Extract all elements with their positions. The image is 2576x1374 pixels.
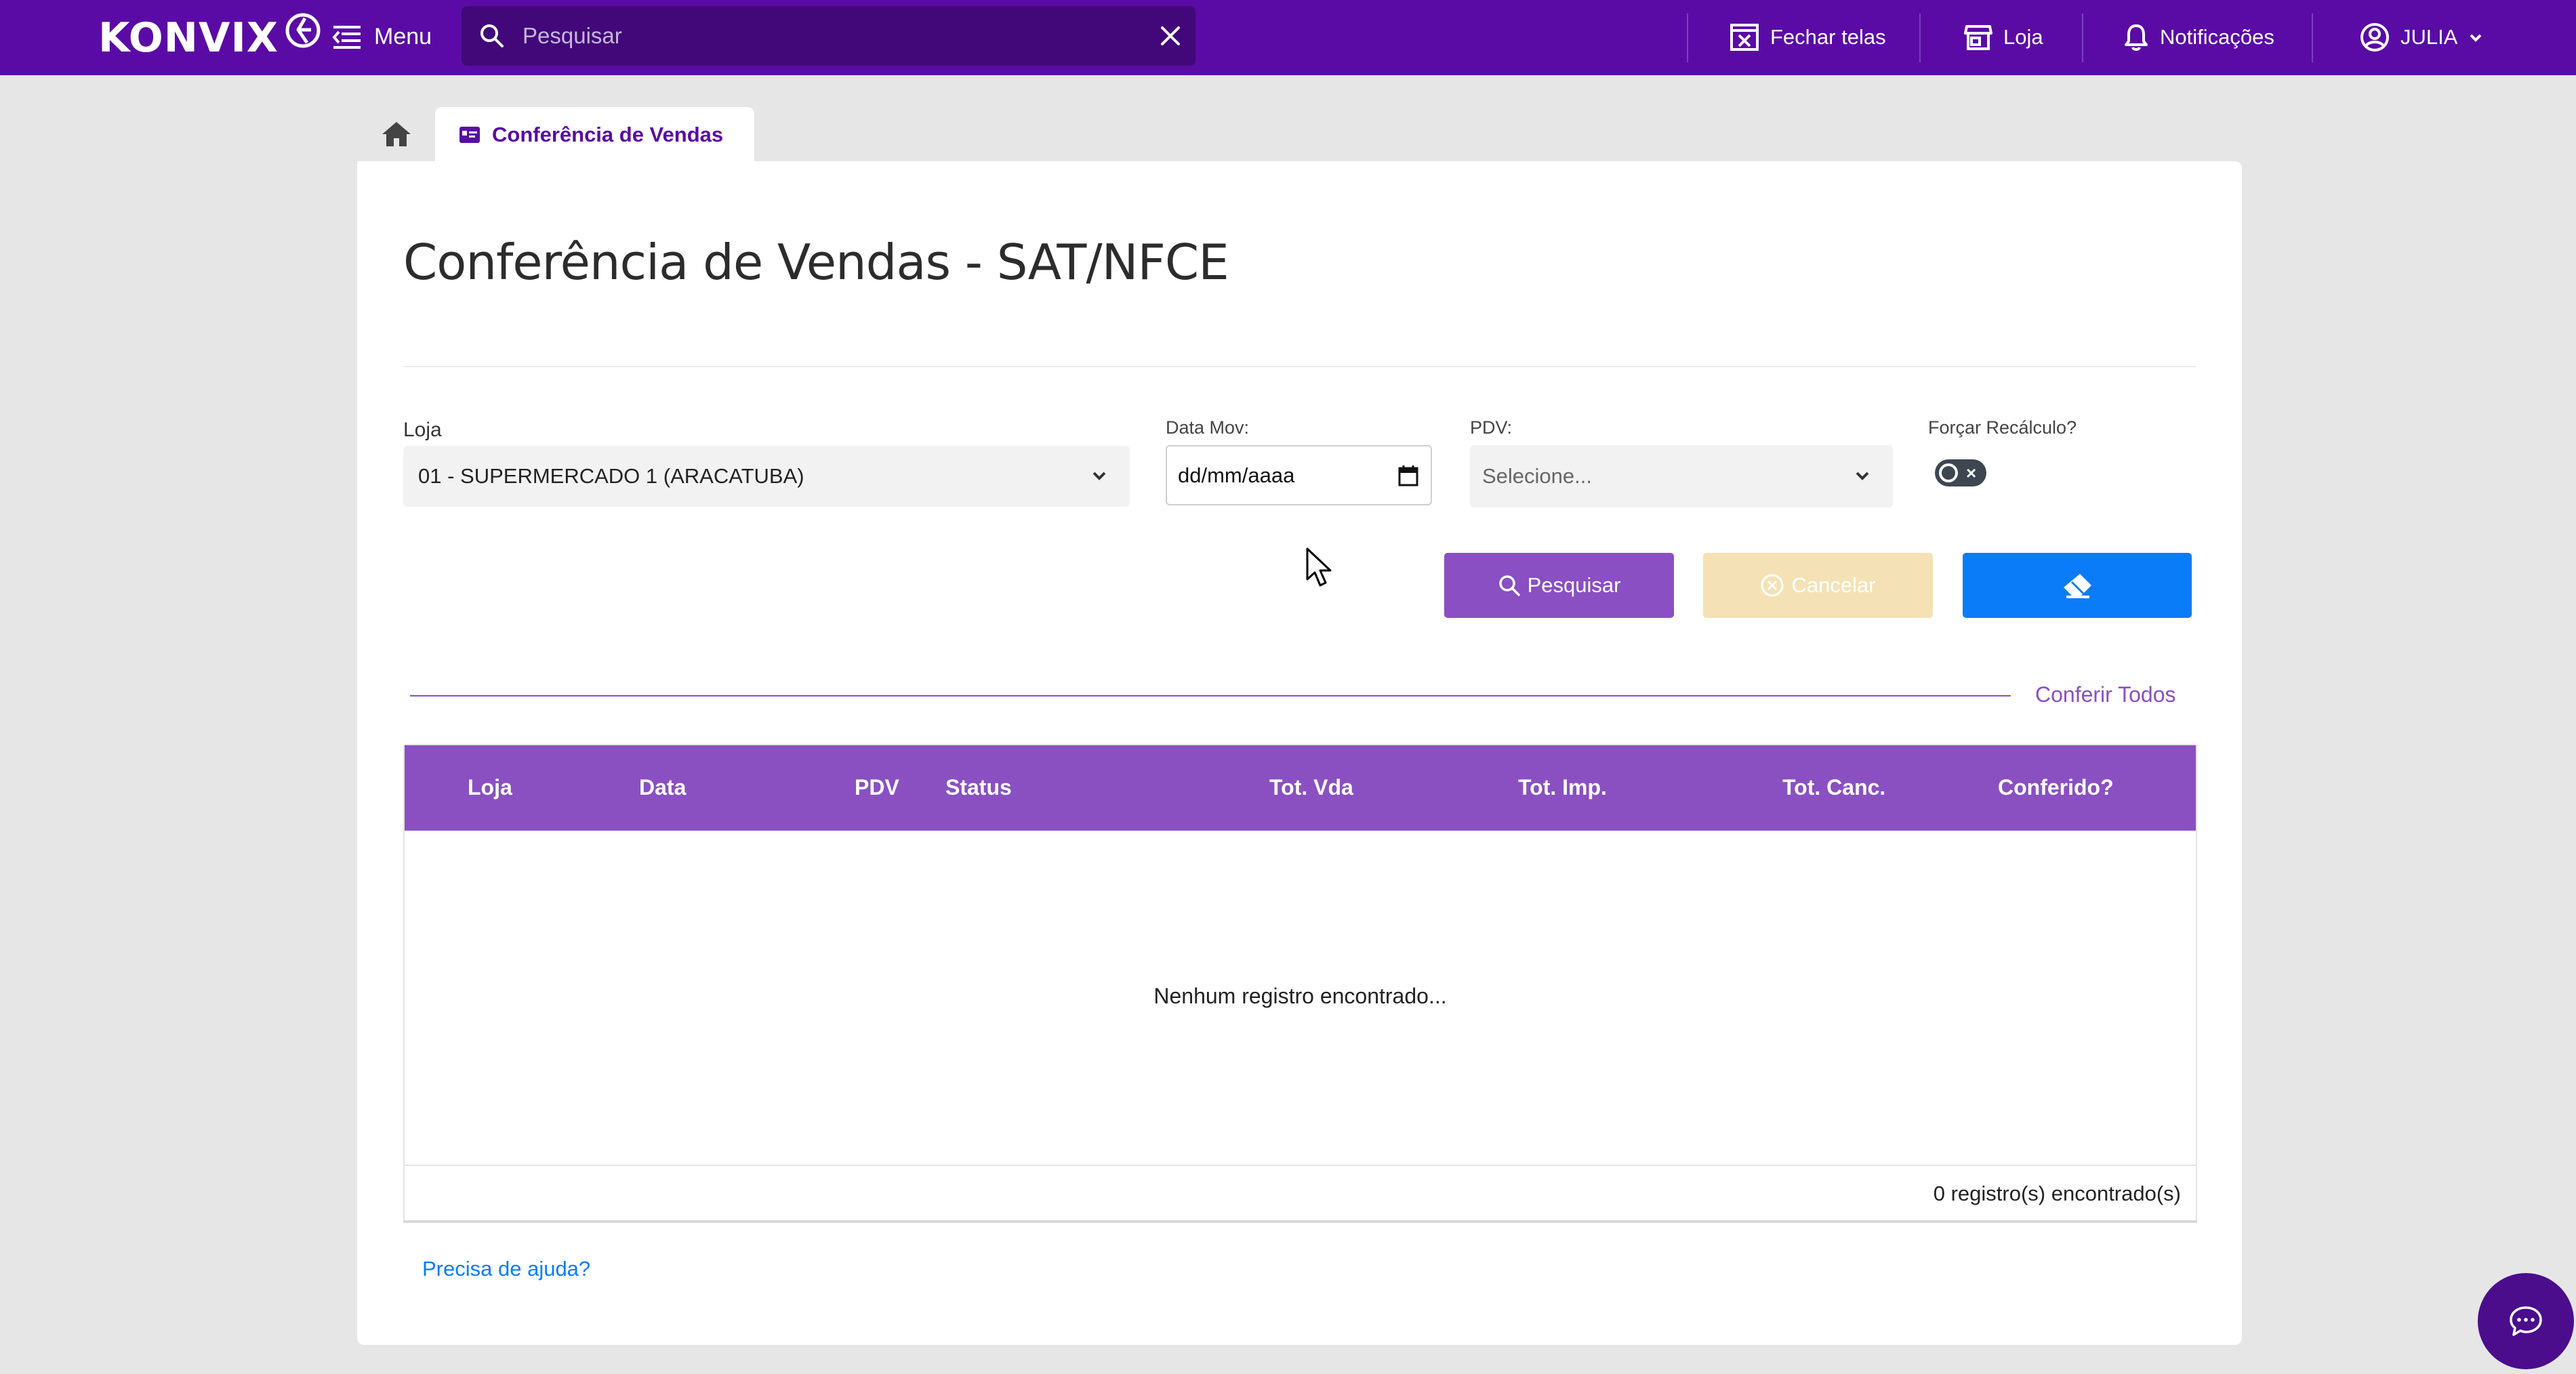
pdv-select[interactable]: Selecione... <box>1470 445 1893 507</box>
user-menu[interactable]: JULIA <box>2360 16 2483 58</box>
data-mov-label: Data Mov: <box>1166 417 1250 438</box>
help-link[interactable]: Precisa de ajuda? <box>422 1257 590 1281</box>
pesquisar-button[interactable]: Pesquisar <box>1444 553 1674 618</box>
search-icon <box>1498 575 1520 596</box>
data-mov-placeholder: dd/mm/aaaa <box>1178 463 1295 487</box>
results-table: Loja Data PDV Status Tot. Vda Tot. Imp. … <box>403 744 2197 1222</box>
mouse-cursor-icon <box>1306 547 1332 587</box>
empty-state-message: Nenhum registro encontrado... <box>1153 984 1447 1008</box>
home-tab[interactable] <box>357 107 436 161</box>
chevron-down-icon <box>1856 472 1869 480</box>
menu-icon <box>332 26 361 49</box>
search-icon <box>481 24 504 47</box>
konvix-logo[interactable]: KONVIX <box>98 13 322 62</box>
clear-search-icon[interactable] <box>1159 24 1182 47</box>
pdv-placeholder: Selecione... <box>1482 464 1592 488</box>
divider <box>1919 14 1921 62</box>
conferir-todos-link[interactable]: Conferir Todos <box>2035 682 2176 707</box>
clear-filters-button[interactable] <box>1963 553 2192 618</box>
store-label: Loja <box>2003 25 2043 49</box>
eraser-icon <box>2064 574 2091 598</box>
search-input[interactable] <box>521 22 1159 49</box>
column-header-status[interactable]: Status <box>945 775 1012 800</box>
tab-label: Conferência de Vendas <box>492 123 724 146</box>
close-screens-label: Fechar telas <box>1770 25 1886 49</box>
table-header: Loja Data PDV Status Tot. Vda Tot. Imp. … <box>405 745 2196 831</box>
close-window-icon <box>1730 24 1759 51</box>
logo-text: KONVIX <box>98 14 279 62</box>
close-screens-button[interactable]: Fechar telas <box>1730 16 1886 58</box>
loja-label: Loja <box>403 419 442 441</box>
loja-selected-value: 01 - SUPERMERCADO 1 (ARACATUBA) <box>418 464 804 488</box>
column-header-tot-vda[interactable]: Tot. Vda <box>1269 775 1353 800</box>
logo-mark-icon <box>285 13 321 48</box>
toggle-knob <box>1939 463 1958 482</box>
toggle-off-icon: × <box>1966 463 1977 483</box>
id-card-icon <box>459 127 480 143</box>
chevron-down-icon <box>2470 34 2482 42</box>
column-header-tot-imp[interactable]: Tot. Imp. <box>1518 775 1607 800</box>
cancel-circle-icon <box>1761 574 1784 597</box>
recalculo-toggle[interactable]: × <box>1935 459 1986 486</box>
user-avatar-icon <box>2360 23 2389 51</box>
store-icon <box>1964 25 1992 50</box>
menu-label: Menu <box>374 23 432 49</box>
notifications-button[interactable]: Notificações <box>2123 16 2274 58</box>
section-divider <box>410 695 2011 696</box>
cancelar-button[interactable]: Cancelar <box>1703 553 1933 618</box>
pesquisar-label: Pesquisar <box>1527 573 1621 597</box>
search-bar <box>462 6 1195 66</box>
divider <box>2082 14 2083 62</box>
chevron-down-icon <box>1092 472 1106 480</box>
user-name: JULIA <box>2400 25 2458 49</box>
notifications-label: Notificações <box>2160 25 2274 49</box>
column-header-data[interactable]: Data <box>639 775 686 800</box>
column-header-conferido[interactable]: Conferido? <box>1998 775 2114 800</box>
column-header-loja[interactable]: Loja <box>468 775 512 800</box>
column-header-tot-canc[interactable]: Tot. Canc. <box>1782 775 1885 800</box>
loja-select[interactable]: 01 - SUPERMERCADO 1 (ARACATUBA) <box>403 446 1130 507</box>
tab-conferencia-vendas[interactable]: Conferência de Vendas <box>435 107 754 163</box>
pdv-label: PDV: <box>1470 417 1513 438</box>
cancelar-label: Cancelar <box>1791 573 1876 597</box>
top-navigation-bar: KONVIX Menu Pesquisar Fechar telas Loja … <box>0 0 2576 75</box>
column-header-pdv[interactable]: PDV <box>855 775 899 800</box>
menu-button[interactable]: Menu <box>332 16 432 57</box>
table-footer-divider <box>405 1165 2196 1166</box>
table-bottom-border <box>403 1220 2197 1223</box>
page-title: Conferência de Vendas - SAT/NFCE <box>403 234 1229 291</box>
data-mov-input[interactable]: dd/mm/aaaa <box>1166 445 1432 505</box>
record-count: 0 registro(s) encontrado(s) <box>1933 1182 2181 1205</box>
divider <box>1687 14 1688 62</box>
recalculo-label: Forçar Recálculo? <box>1928 417 2077 438</box>
chat-button[interactable] <box>2478 1273 2574 1369</box>
title-divider <box>403 366 2196 367</box>
store-button[interactable]: Loja <box>1964 16 2043 58</box>
calendar-icon[interactable] <box>1398 465 1418 486</box>
bell-icon <box>2125 24 2148 51</box>
chat-bubble-icon <box>2510 1306 2542 1336</box>
divider <box>2312 14 2313 62</box>
home-icon <box>382 122 411 146</box>
